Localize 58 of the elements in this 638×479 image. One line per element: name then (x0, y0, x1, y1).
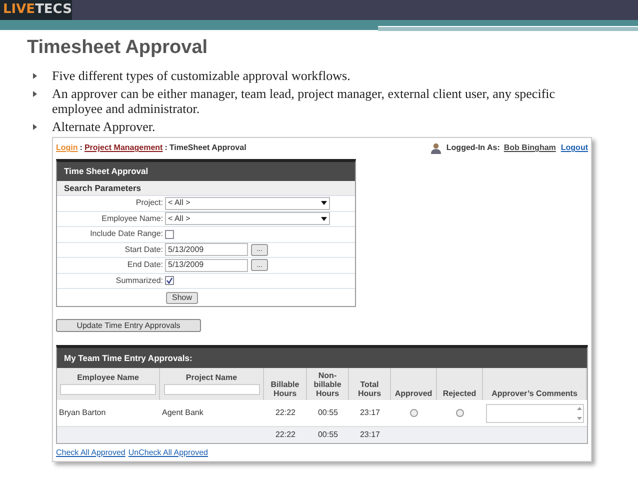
logo: LIVETECS (0, 0, 72, 20)
date-field[interactable]: 5/13/2009 (165, 243, 248, 256)
checkbox[interactable] (165, 276, 174, 286)
slide-title: Timesheet Approval (27, 36, 209, 60)
total-cell-text: 22:22 (274, 429, 297, 441)
bullet-text: An approver can be either manager, team lead, project manager, external client user, any specific employee and administrator. (52, 86, 556, 116)
field-label: Start Date: (124, 244, 164, 256)
breadcrumb-link[interactable]: Project Management (84, 142, 163, 154)
total-cell-text: 23:17 (358, 429, 382, 441)
comments-field[interactable] (486, 404, 584, 422)
table-cell-text: 22:22 (274, 407, 297, 419)
show-button[interactable]: Show (166, 292, 198, 304)
bullet-text: Alternate Approver. (52, 119, 156, 134)
table-title: My Team Time Entry Approvals: (57, 348, 587, 368)
table-cell-text: 23:17 (358, 407, 382, 419)
date-field[interactable]: 5/13/2009 (165, 258, 248, 272)
column-label: Billable Hours (270, 380, 300, 398)
table-cell-text: Bryan Barton (58, 407, 107, 419)
field-label: Employee Name: (100, 212, 164, 225)
column-label: Rejected (442, 389, 478, 398)
table-cell-text: 00:55 (316, 407, 340, 419)
check-link[interactable]: UnCheck All Approved (128, 447, 208, 459)
bullet-text: Five different types of customizable approval workflows. (52, 68, 350, 83)
column-label: Approved (394, 389, 434, 398)
dropdown-caret-icon (321, 216, 327, 221)
bullet-icon (33, 73, 37, 79)
field-label: End Date: (126, 259, 164, 272)
column-label: Total Hours (356, 380, 382, 398)
column-label: Non-billable Hours (312, 371, 342, 398)
logged-in-label: Logged-In As: (446, 142, 500, 154)
update-approvals-button[interactable]: Update Time Entry Approvals (56, 319, 201, 332)
breadcrumb-separator: : (164, 142, 168, 154)
table-cell-text: Agent Bank (161, 407, 204, 419)
logout-link[interactable]: Logout (560, 142, 588, 154)
dropdown-caret-icon (321, 201, 327, 206)
select-field[interactable]: < All > (165, 212, 330, 226)
column-label: Approver’s Comments (490, 389, 578, 398)
bullet-icon (33, 124, 37, 130)
filter-field[interactable] (164, 384, 260, 395)
column-label: Employee Name (76, 373, 140, 382)
field-label: Include Date Range: (89, 228, 164, 240)
scroll-arrows-icon (576, 404, 583, 422)
filter-field[interactable] (60, 384, 156, 395)
select-field[interactable]: < All > (165, 196, 330, 210)
user-icon (431, 142, 442, 154)
total-cell-text: 00:55 (316, 429, 340, 441)
radio-button[interactable] (410, 409, 418, 417)
field-label: Project: (134, 197, 164, 210)
check-link[interactable]: Check All Approved (56, 447, 126, 459)
radio-button[interactable] (456, 409, 464, 417)
column-label: Project Name (184, 373, 238, 382)
checkbox[interactable] (165, 230, 174, 239)
panel-title: Time Sheet Approval (57, 162, 355, 181)
user-name-link[interactable]: Bob Bingham (504, 142, 556, 154)
breadcrumb-separator: : (80, 142, 82, 154)
section-title: Search Parameters (57, 181, 355, 196)
field-label: Summarized: (114, 274, 164, 287)
bullet-icon (33, 91, 37, 97)
